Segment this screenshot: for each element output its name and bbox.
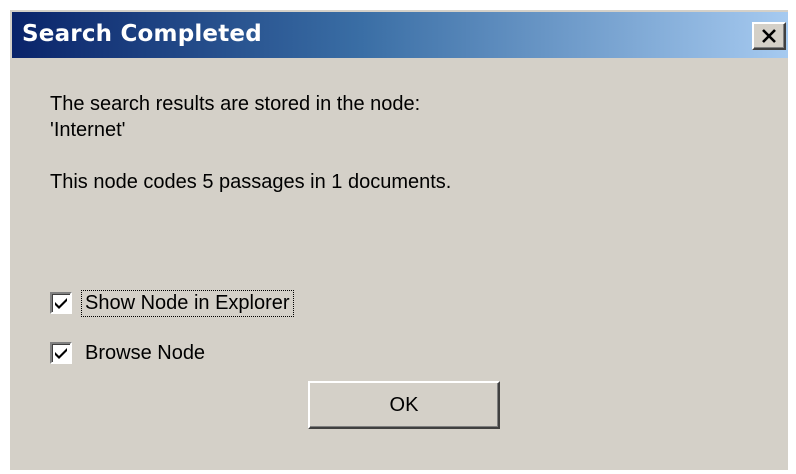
message-node-name: 'Internet' <box>50 119 126 141</box>
title-bar[interactable]: Search Completed <box>12 12 788 58</box>
ok-button[interactable]: OK <box>308 381 500 429</box>
show-node-in-explorer-checkbox[interactable] <box>50 292 72 314</box>
search-completed-dialog: Search Completed The search results are … <box>8 8 788 470</box>
browse-node-option[interactable]: Browse Node <box>50 338 208 368</box>
message-location-line: The search results are stored in the nod… <box>50 93 421 115</box>
checkmark-icon <box>55 348 67 359</box>
checkmark-icon <box>55 298 67 309</box>
close-button[interactable] <box>752 22 786 50</box>
window-title: Search Completed <box>22 21 262 47</box>
close-x-icon <box>762 29 776 43</box>
message-summary: This node codes 5 passages in 1 document… <box>50 171 452 193</box>
browse-node-checkbox[interactable] <box>50 342 72 364</box>
browse-node-label[interactable]: Browse Node <box>82 341 208 366</box>
show-node-in-explorer-label[interactable]: Show Node in Explorer <box>81 289 294 317</box>
show-node-in-explorer-option[interactable]: Show Node in Explorer <box>50 288 294 318</box>
